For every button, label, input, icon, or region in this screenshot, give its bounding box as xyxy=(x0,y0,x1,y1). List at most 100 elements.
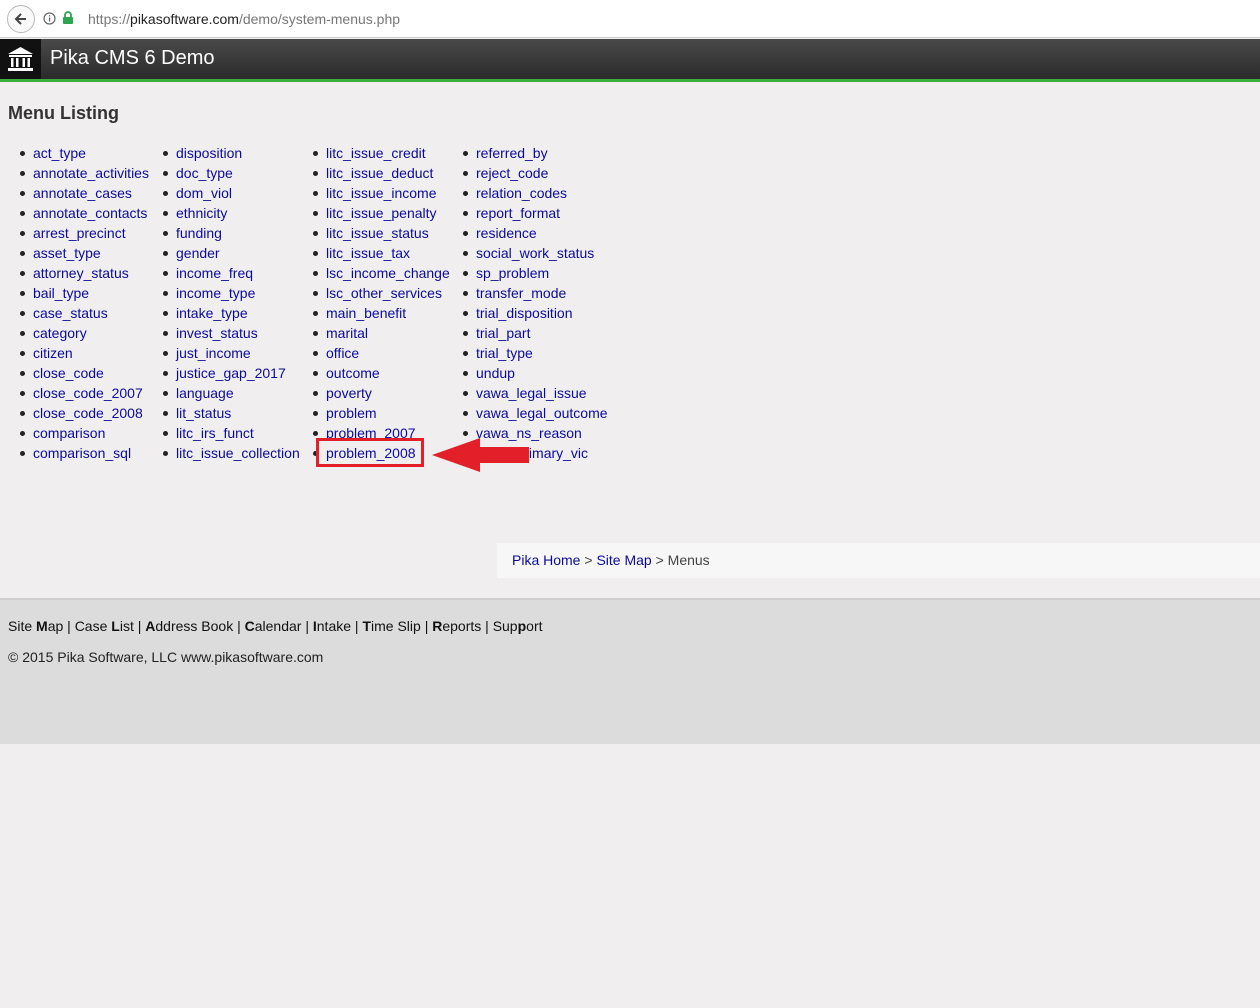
footer-nav-link[interactable]: Support xyxy=(493,618,543,634)
menu-link[interactable]: vawa_legal_issue xyxy=(476,385,587,401)
footer-nav-link[interactable]: Case List xyxy=(75,618,134,634)
menu-link[interactable]: main_benefit xyxy=(326,305,406,321)
menu-link[interactable]: litc_issue_collection xyxy=(176,445,300,461)
footer-nav-link[interactable]: Address Book xyxy=(145,618,233,634)
menu-link[interactable]: relation_codes xyxy=(476,185,567,201)
menu-link[interactable]: comparison_sql xyxy=(33,445,131,461)
menu-link[interactable]: language xyxy=(176,385,234,401)
breadcrumb: Pika Home > Site Map > Menus xyxy=(497,543,1260,578)
menu-link[interactable]: annotate_contacts xyxy=(33,205,147,221)
menu-link[interactable]: act_type xyxy=(33,145,86,161)
menu-link[interactable]: vawa_legal_outcome xyxy=(476,405,608,421)
bullet-icon xyxy=(313,211,318,216)
bullet-icon xyxy=(163,271,168,276)
back-button[interactable] xyxy=(7,5,35,33)
menu-link[interactable]: litc_issue_income xyxy=(326,185,437,201)
menu-link[interactable]: comparison xyxy=(33,425,105,441)
bullet-icon xyxy=(463,191,468,196)
info-icon[interactable] xyxy=(43,12,56,25)
menu-link[interactable]: undup xyxy=(476,365,515,381)
menu-link[interactable]: litc_issue_credit xyxy=(326,145,426,161)
footer-link-text: Site xyxy=(8,618,37,634)
menu-link[interactable]: litc_issue_tax xyxy=(326,245,410,261)
bullet-icon xyxy=(163,171,168,176)
menu-link[interactable]: close_code xyxy=(33,365,104,381)
menu-link[interactable]: gender xyxy=(176,245,220,261)
menu-link[interactable]: income_type xyxy=(176,285,255,301)
menu-link[interactable]: attorney_status xyxy=(33,265,129,281)
menu-link[interactable]: justice_gap_2017 xyxy=(176,365,286,381)
menu-link[interactable]: asset_type xyxy=(33,245,101,261)
breadcrumb-home-link[interactable]: Pika Home xyxy=(512,552,580,568)
menu-list-item: just_income xyxy=(163,343,300,363)
menu-link[interactable]: disposition xyxy=(176,145,242,161)
browser-address-bar: https://pikasoftware.com/demo/system-men… xyxy=(0,0,1260,38)
footer-link-text: alendar xyxy=(254,618,302,634)
menu-list-item: close_code_2007 xyxy=(20,383,149,403)
menu-link[interactable]: litc_irs_funct xyxy=(176,425,254,441)
menu-link[interactable]: litc_issue_status xyxy=(326,225,429,241)
menu-link[interactable]: marital xyxy=(326,325,368,341)
menu-list-item: litc_issue_status xyxy=(313,223,450,243)
menu-link[interactable]: annotate_cases xyxy=(33,185,132,201)
menu-link[interactable]: intake_type xyxy=(176,305,248,321)
menu-link[interactable]: annotate_activities xyxy=(33,165,149,181)
menu-link[interactable]: close_code_2008 xyxy=(33,405,143,421)
menu-link[interactable]: report_format xyxy=(476,205,560,221)
app-title[interactable]: Pika CMS 6 Demo xyxy=(50,47,215,70)
menu-link[interactable]: referred_by xyxy=(476,145,548,161)
bullet-icon xyxy=(20,231,25,236)
breadcrumb-site-map-link[interactable]: Site Map xyxy=(596,552,651,568)
menu-link[interactable]: funding xyxy=(176,225,222,241)
footer-nav-link[interactable]: Site Map xyxy=(8,618,63,634)
menu-link[interactable]: transfer_mode xyxy=(476,285,566,301)
bullet-icon xyxy=(463,391,468,396)
lock-icon[interactable] xyxy=(62,11,74,25)
menu-link[interactable]: bail_type xyxy=(33,285,89,301)
bullet-icon xyxy=(463,291,468,296)
menu-link[interactable]: case_status xyxy=(33,305,108,321)
menu-link[interactable]: poverty xyxy=(326,385,372,401)
footer-link-text: ntake xyxy=(316,618,352,634)
menu-link[interactable]: lit_status xyxy=(176,405,231,421)
menu-link[interactable]: doc_type xyxy=(176,165,233,181)
menu-link[interactable]: citizen xyxy=(33,345,73,361)
bullet-icon xyxy=(20,311,25,316)
menu-list-item: reject_code xyxy=(463,163,608,183)
menu-link[interactable]: reject_code xyxy=(476,165,548,181)
menu-link[interactable]: sp_problem xyxy=(476,265,549,281)
menu-link[interactable]: social_work_status xyxy=(476,245,594,261)
menu-link[interactable]: just_income xyxy=(176,345,251,361)
menu-list-item: problem xyxy=(313,403,450,423)
menu-link[interactable]: income_freq xyxy=(176,265,253,281)
logo[interactable] xyxy=(0,39,41,79)
menu-link[interactable]: ethnicity xyxy=(176,205,227,221)
menu-link[interactable]: lsc_income_change xyxy=(326,265,450,281)
menu-link[interactable]: arrest_precinct xyxy=(33,225,126,241)
menu-link[interactable]: litc_issue_penalty xyxy=(326,205,437,221)
menu-link[interactable]: outcome xyxy=(326,365,380,381)
menu-link[interactable]: category xyxy=(33,325,87,341)
bullet-icon xyxy=(463,151,468,156)
menu-link[interactable]: trial_type xyxy=(476,345,533,361)
footer-separator: | xyxy=(305,618,309,634)
bullet-icon xyxy=(163,191,168,196)
menu-link[interactable]: problem xyxy=(326,405,377,421)
footer-nav-link[interactable]: Time Slip xyxy=(362,618,420,634)
menu-link[interactable]: lsc_other_services xyxy=(326,285,442,301)
menu-list-item: act_type xyxy=(20,143,149,163)
menu-list-item: invest_status xyxy=(163,323,300,343)
menu-link[interactable]: office xyxy=(326,345,359,361)
menu-link[interactable]: trial_part xyxy=(476,325,530,341)
footer-nav-link[interactable]: Intake xyxy=(313,618,351,634)
menu-link[interactable]: litc_issue_deduct xyxy=(326,165,433,181)
menu-link[interactable]: dom_viol xyxy=(176,185,232,201)
menu-link[interactable]: invest_status xyxy=(176,325,258,341)
footer-link-accesskey: T xyxy=(362,618,371,634)
footer-nav-link[interactable]: Calendar xyxy=(245,618,302,634)
url-field[interactable]: https://pikasoftware.com/demo/system-men… xyxy=(88,11,400,27)
menu-link[interactable]: residence xyxy=(476,225,537,241)
menu-link[interactable]: trial_disposition xyxy=(476,305,573,321)
menu-link[interactable]: close_code_2007 xyxy=(33,385,143,401)
footer-nav-link[interactable]: Reports xyxy=(432,618,481,634)
